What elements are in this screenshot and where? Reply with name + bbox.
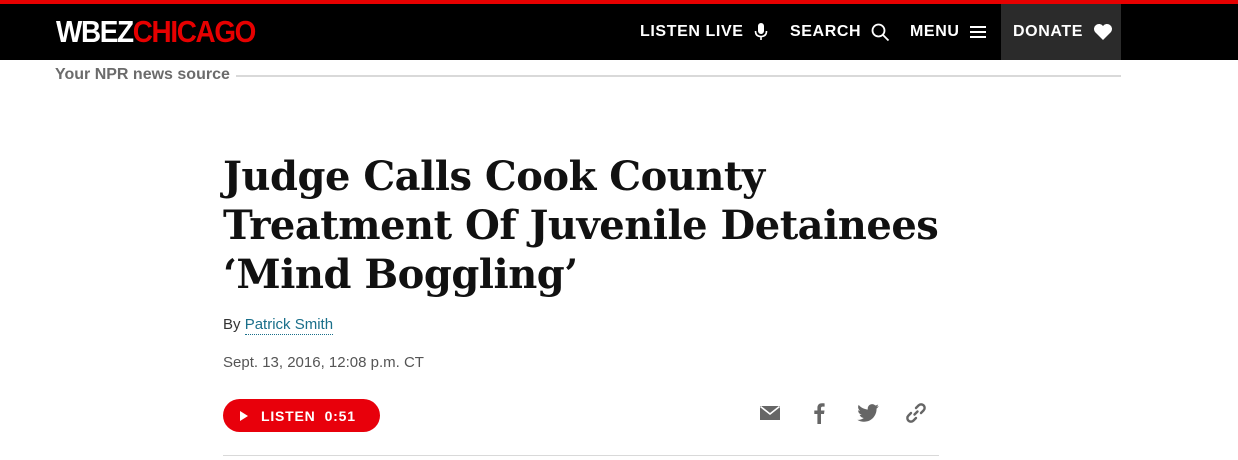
article-headline: Judge Calls Cook County Treatment Of Juv…: [223, 153, 939, 298]
byline-prefix: By: [223, 316, 241, 333]
article-byline: By Patrick Smith: [223, 316, 334, 335]
logo-wordmark-wbez: WBEZ: [56, 14, 134, 49]
tagline-divider: [236, 75, 1121, 77]
twitter-icon: [857, 403, 879, 427]
menu-label: MENU: [910, 23, 960, 40]
article-date: Sept. 13, 2016, 12:08 p.m. CT: [223, 354, 424, 371]
article-divider: [223, 455, 939, 456]
donate-button[interactable]: DONATE: [1001, 4, 1121, 60]
microphone-icon: [754, 23, 768, 41]
listen-live-label: LISTEN LIVE: [640, 23, 744, 40]
share-twitter-button[interactable]: [855, 402, 881, 428]
share-link-button[interactable]: [903, 402, 929, 428]
menu-button[interactable]: MENU: [910, 4, 986, 60]
donate-label: DONATE: [1013, 23, 1083, 40]
hamburger-menu-icon: [969, 25, 986, 39]
site-tagline: Your NPR news source: [55, 66, 230, 83]
search-icon: [871, 23, 890, 42]
top-navigation-bar: WBEZCHICAGO LISTEN LIVE SEARCH MENU DONA…: [0, 0, 1238, 60]
share-email-button[interactable]: [757, 402, 783, 428]
listen-label: LISTEN: [261, 407, 316, 424]
logo-wordmark-chicago: CHICAGO: [132, 14, 257, 49]
facebook-icon: [813, 402, 825, 429]
play-icon: [240, 410, 248, 421]
share-facebook-button[interactable]: [806, 402, 832, 428]
email-icon: [760, 405, 780, 425]
listen-live-button[interactable]: LISTEN LIVE: [640, 4, 768, 60]
heart-icon: [1093, 23, 1113, 41]
link-icon: [905, 402, 927, 429]
search-button[interactable]: SEARCH: [790, 4, 890, 60]
wbez-chicago-logo[interactable]: WBEZCHICAGO: [56, 14, 257, 50]
author-link[interactable]: Patrick Smith: [244, 316, 334, 335]
audio-duration: 0:51: [324, 407, 356, 424]
search-label: SEARCH: [790, 23, 862, 40]
listen-audio-button[interactable]: LISTEN 0:51: [223, 399, 380, 432]
